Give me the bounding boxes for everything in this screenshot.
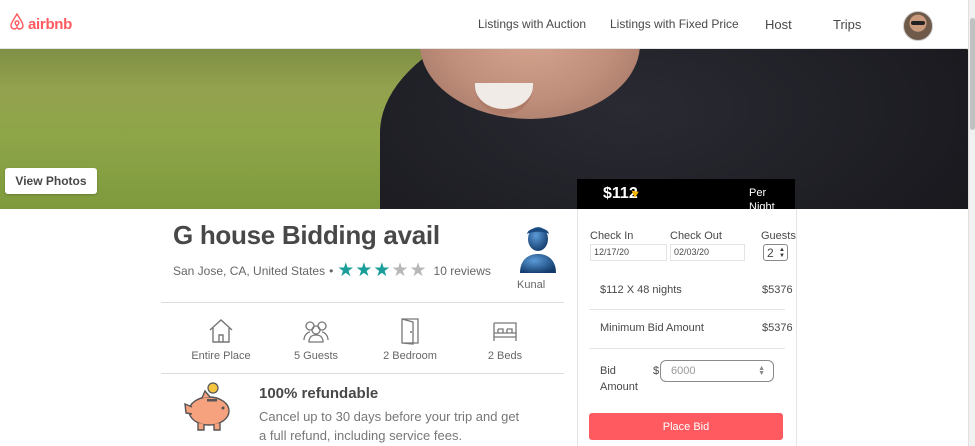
divider	[589, 309, 785, 310]
bed-icon	[465, 317, 545, 345]
min-bid-value: $5376	[762, 322, 793, 334]
user-avatar[interactable]	[903, 11, 933, 41]
nav-listings-fixed-price[interactable]: Listings with Fixed Price	[610, 0, 739, 48]
amenity-bedroom: 2 Bedroom	[370, 317, 450, 362]
amenity-beds: 2 Beds	[465, 317, 545, 362]
nav-host[interactable]: Host	[765, 0, 792, 48]
spinner-arrows-icon[interactable]: ▲ ▼	[758, 365, 765, 377]
amenity-guests: 5 Guests	[276, 317, 356, 362]
section-divider	[161, 373, 564, 374]
host-name: Kunal	[517, 279, 546, 291]
check-out-label: Check Out	[670, 230, 722, 242]
bid-currency: $	[653, 365, 660, 377]
check-out-input[interactable]: 02/03/20	[670, 244, 745, 261]
listing-location: San Jose, CA, United States	[173, 263, 326, 278]
booking-panel: Check In 12/17/20 Check Out 02/03/20 Gue…	[577, 209, 797, 446]
bid-amount-placeholder: 6000	[671, 365, 696, 377]
amenity-label: 2 Bedroom	[383, 350, 437, 362]
guests-value: 2	[767, 246, 774, 260]
refund-description: Cancel up to 30 days before your trip an…	[259, 409, 520, 443]
star-icon: ★	[373, 260, 391, 281]
star-rating: ★ ★ ★ ★ ★	[337, 260, 427, 281]
check-in-label: Check In	[590, 230, 634, 242]
door-icon	[370, 317, 450, 345]
check-in-input[interactable]: 12/17/20	[590, 244, 667, 261]
amenity-label: Entire Place	[191, 350, 251, 362]
star-icon: ★	[355, 260, 373, 281]
location-rating-row: San Jose, CA, United States • ★ ★ ★ ★ ★ …	[173, 260, 491, 281]
airbnb-logo[interactable]: airbnb	[9, 12, 73, 35]
bullet-separator: •	[329, 263, 334, 278]
refund-title: 100% refundable	[259, 385, 379, 402]
place-bid-button[interactable]: Place Bid	[589, 413, 783, 440]
page-scrollbar[interactable]	[968, 0, 975, 446]
bid-label-line-2: Amount	[600, 381, 638, 393]
bid-amount-input[interactable]: 6000 ▲ ▼	[660, 360, 774, 382]
scrollbar-thumb[interactable]	[970, 18, 975, 130]
guests-label: Guests	[761, 230, 796, 242]
nav-trips[interactable]: Trips	[833, 0, 861, 48]
host-avatar-icon[interactable]	[516, 222, 560, 274]
amenity-entire-place: Entire Place	[181, 317, 261, 362]
piggy-bank-icon	[180, 380, 236, 436]
house-icon	[181, 317, 261, 345]
star-icon: ★	[409, 260, 427, 281]
nights-total: $5376	[762, 284, 793, 296]
amenity-label: 2 Beds	[487, 350, 523, 362]
listing-title: G house Bidding avail	[173, 220, 440, 250]
min-bid-label: Minimum Bid Amount	[600, 322, 704, 334]
star-icon: ★	[337, 260, 355, 281]
bid-label-line-1: Bid	[600, 365, 616, 377]
view-photos-button[interactable]: View Photos	[5, 168, 97, 194]
star-icon: ★	[391, 260, 409, 281]
stepper-arrows-icon: ▲ ▼	[779, 247, 785, 259]
nav-listings-auction[interactable]: Listings with Auction	[478, 0, 586, 48]
nights-breakdown: $112 X 48 nights	[600, 284, 682, 296]
guests-select[interactable]: 2 ▲ ▼	[763, 244, 788, 261]
divider	[589, 348, 785, 349]
brand-name: airbnb	[28, 15, 73, 33]
top-nav-bar: airbnb Listings with Auction Listings wi…	[0, 0, 968, 49]
section-divider	[161, 302, 564, 303]
review-count[interactable]: 10 reviews	[434, 264, 491, 278]
price-bar: $112 Per Night	[577, 179, 795, 213]
hero-photo	[0, 49, 968, 209]
amenity-label: 5 Guests	[293, 350, 339, 362]
airbnb-logo-icon	[9, 12, 25, 35]
guests-icon	[276, 317, 356, 345]
